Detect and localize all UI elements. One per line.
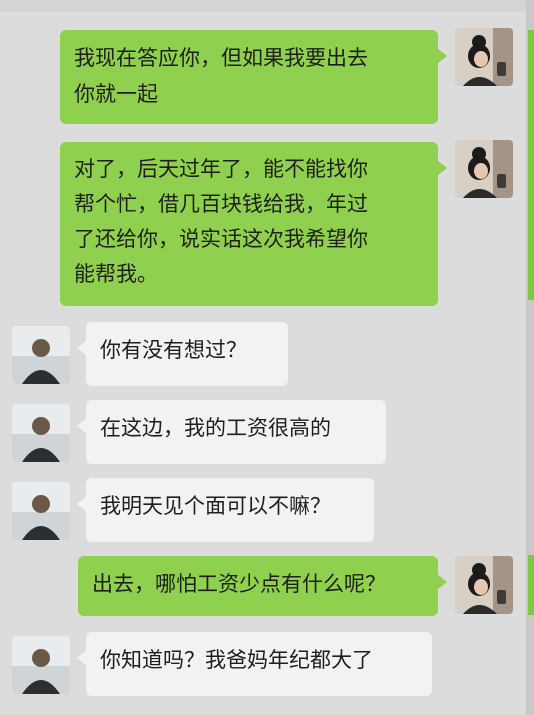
sent-message-bubble[interactable]: 出去，哪怕工资少点有什么呢？: [78, 556, 447, 616]
received-message-bubble[interactable]: 你有没有想过？: [77, 322, 288, 386]
self-avatar-image: [455, 140, 513, 198]
contact-avatar-image: [12, 636, 70, 694]
self-avatar[interactable]: [455, 556, 513, 614]
received-message-bubble[interactable]: 在这边，我的工资很高的: [77, 400, 386, 464]
clipped-top-area: [0, 0, 534, 12]
green-edge-strip: [528, 555, 534, 615]
self-avatar-image: [455, 28, 513, 86]
contact-avatar-image: [12, 482, 70, 540]
self-avatar-image: [455, 556, 513, 614]
self-avatar[interactable]: [455, 140, 513, 198]
chat-window: 我现在答应你，但如果我要出去 你就一起 对了，后天过年了，能不能找你 帮个忙，借…: [0, 0, 534, 715]
green-edge-strip: [528, 30, 534, 300]
contact-avatar[interactable]: [12, 404, 70, 462]
contact-avatar[interactable]: [12, 482, 70, 540]
self-avatar[interactable]: [455, 28, 513, 86]
received-message-bubble[interactable]: 我明天见个面可以不嘛？: [77, 478, 374, 542]
contact-avatar-image: [12, 326, 70, 384]
contact-avatar[interactable]: [12, 326, 70, 384]
contact-avatar-image: [12, 404, 70, 462]
received-message-bubble[interactable]: 你知道吗？我爸妈年纪都大了: [77, 632, 432, 696]
sent-message-bubble[interactable]: 我现在答应你，但如果我要出去 你就一起: [60, 30, 447, 124]
sent-message-bubble[interactable]: 对了，后天过年了，能不能找你 帮个忙，借几百块钱给我，年过 了还给你，说实话这次…: [60, 142, 447, 306]
contact-avatar[interactable]: [12, 636, 70, 694]
